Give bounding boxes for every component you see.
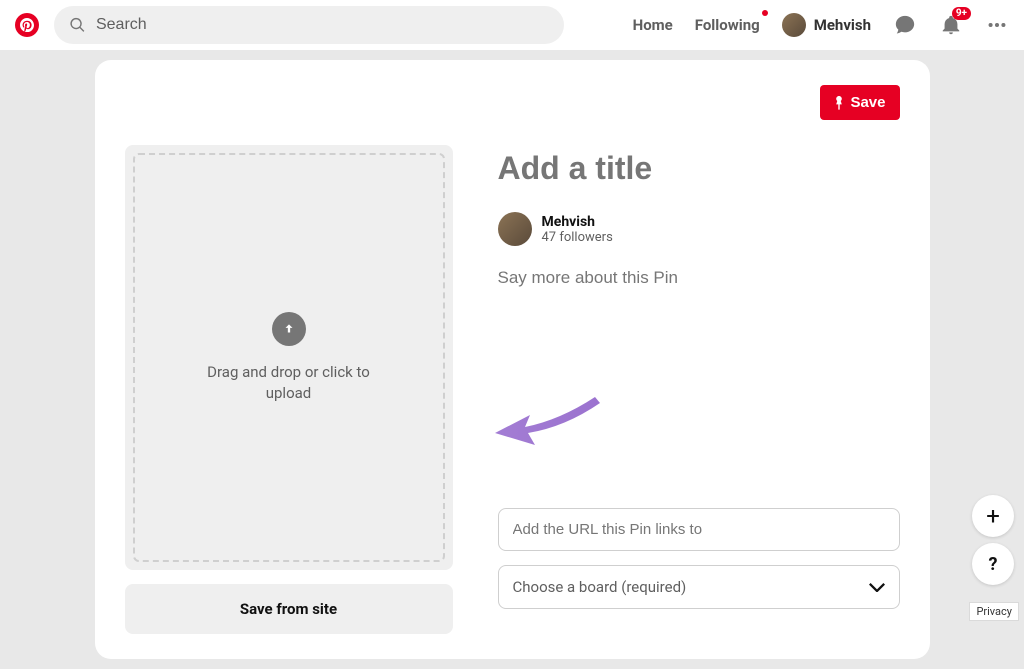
search-icon xyxy=(69,16,86,34)
pin-icon xyxy=(834,96,844,110)
messages-button[interactable] xyxy=(893,13,917,37)
url-input[interactable] xyxy=(498,508,900,551)
board-select-label: Choose a board (required) xyxy=(513,578,687,596)
nav-items: Home Following Mehvish 9+ xyxy=(633,13,1009,37)
user-info: Mehvish 47 followers xyxy=(542,214,613,245)
upload-text: Drag and drop or click to upload xyxy=(135,362,443,404)
dots-icon xyxy=(986,14,1008,36)
user-chip[interactable]: Mehvish xyxy=(782,13,871,37)
notification-dot-icon xyxy=(762,10,768,16)
user-row: Mehvish 47 followers xyxy=(498,212,900,246)
notifications-button[interactable]: 9+ xyxy=(939,13,963,37)
nav-following-label: Following xyxy=(695,16,760,34)
user-name: Mehvish xyxy=(542,214,613,230)
more-menu-button[interactable] xyxy=(985,13,1009,37)
description-input[interactable] xyxy=(498,268,900,288)
notification-badge: 9+ xyxy=(952,7,971,20)
chevron-down-icon xyxy=(869,582,885,592)
header-username: Mehvish xyxy=(814,16,871,34)
card-body: Drag and drop or click to upload Save fr… xyxy=(125,145,900,634)
right-column: Mehvish 47 followers Choose a board (req… xyxy=(498,145,900,634)
board-select[interactable]: Choose a board (required) xyxy=(498,565,900,609)
follower-count: 47 followers xyxy=(542,230,613,245)
main-container: Save Drag and drop or click to upload Sa… xyxy=(0,50,1024,669)
save-button-label: Save xyxy=(850,94,885,111)
left-column: Drag and drop or click to upload Save fr… xyxy=(125,145,453,634)
avatar-icon xyxy=(782,13,806,37)
upload-area: Drag and drop or click to upload xyxy=(125,145,453,570)
title-input[interactable] xyxy=(498,150,900,187)
search-bar[interactable] xyxy=(54,6,564,44)
add-fab[interactable]: + xyxy=(972,495,1014,537)
avatar-icon xyxy=(498,212,532,246)
chat-icon xyxy=(894,14,916,36)
upload-icon xyxy=(272,312,306,346)
search-input[interactable] xyxy=(96,16,549,34)
pin-builder-card: Save Drag and drop or click to upload Sa… xyxy=(95,60,930,659)
help-fab[interactable]: ? xyxy=(972,543,1014,585)
nav-following[interactable]: Following xyxy=(695,16,760,34)
nav-home[interactable]: Home xyxy=(633,16,673,34)
upload-dropzone[interactable]: Drag and drop or click to upload xyxy=(133,153,445,562)
save-button[interactable]: Save xyxy=(820,85,899,120)
pinterest-logo[interactable] xyxy=(15,13,39,37)
privacy-link[interactable]: Privacy xyxy=(969,602,1019,621)
main-header: Home Following Mehvish 9+ xyxy=(0,0,1024,50)
